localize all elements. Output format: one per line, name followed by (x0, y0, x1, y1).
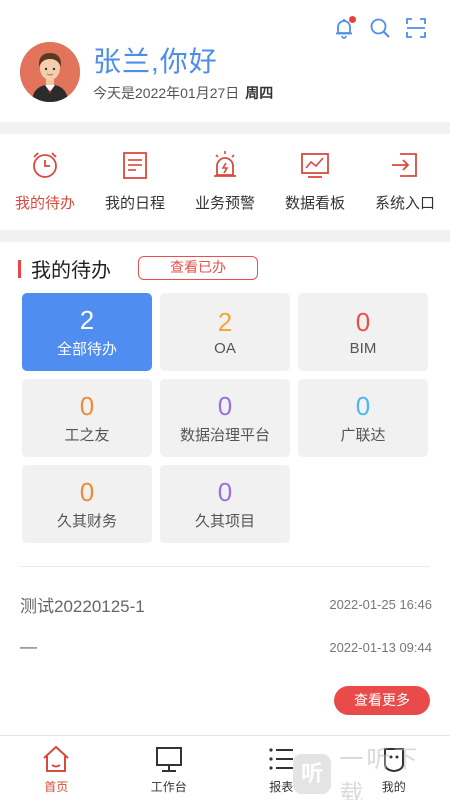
todo-item-title: — (20, 637, 37, 656)
list-divider (20, 566, 430, 567)
watermark-text: 一听下载 (339, 746, 421, 800)
todo-card-label: OA (214, 340, 236, 357)
tab-workbench[interactable]: 工作台 (113, 736, 226, 800)
todo-card-label: 广联达 (340, 427, 386, 444)
nav-label: 业务预警 (194, 195, 255, 212)
todo-card-jiuqi-finance[interactable]: 0 久其财务 (22, 465, 152, 543)
todo-item-time: 2022-01-13 09:44 (329, 639, 432, 655)
tab-home[interactable]: 首页 (0, 736, 113, 800)
todo-card-all[interactable]: 2 全部待办 (22, 293, 152, 371)
weekday-text: 周四 (245, 85, 274, 101)
todo-card-oa[interactable]: 2 OA (160, 293, 290, 371)
nav-item-system-entry[interactable]: 系统入口 (360, 134, 450, 230)
watermark-logo: 听 (293, 754, 332, 794)
notification-dot (349, 16, 356, 23)
todo-item-title: 测试20220125-1 (20, 597, 145, 616)
clock-icon (33, 152, 57, 178)
todo-card-jiuqi-project[interactable]: 0 久其项目 (160, 465, 290, 543)
tab-label: 首页 (44, 780, 69, 794)
todo-list-item[interactable]: 测试20220125-1 2022-01-25 16:46 (20, 592, 432, 617)
section-title-text: 我的待办 (31, 260, 111, 282)
home-icon (43, 745, 69, 772)
tab-label: 报表 (269, 780, 294, 794)
todo-count: 2 (79, 305, 95, 335)
quick-nav: 我的待办 我的日程 业务预警 数据看板 系统入口 (0, 134, 450, 230)
todo-count: 0 (355, 307, 371, 337)
greeting-text: 张兰,你好 (93, 46, 218, 77)
nav-item-my-schedule[interactable]: 我的日程 (90, 134, 180, 230)
todo-card-data-governance[interactable]: 0 数据治理平台 (160, 379, 290, 457)
todo-card-label: 全部待办 (56, 341, 117, 358)
todo-count: 0 (79, 477, 95, 507)
todo-card-label: BIM (349, 340, 377, 357)
view-more-button[interactable]: 查看更多 (334, 686, 430, 715)
nav-item-business-alert[interactable]: 业务预警 (180, 134, 270, 230)
nav-label: 我的日程 (104, 195, 165, 212)
section-divider (0, 230, 450, 242)
alarm-icon (214, 151, 236, 177)
todo-card-label: 数据治理平台 (179, 427, 270, 444)
entry-icon (392, 153, 417, 177)
header: 张兰,你好 今天是2022年01月27日 周四 (0, 0, 450, 122)
top-toolbar (332, 16, 428, 40)
todo-card-glodon[interactable]: 0 广联达 (298, 379, 428, 457)
nav-item-data-board[interactable]: 数据看板 (270, 134, 360, 230)
schedule-icon (123, 152, 147, 179)
todo-count: 0 (79, 391, 95, 421)
section-divider (0, 122, 450, 134)
todo-count: 0 (217, 391, 233, 421)
section-title: 我的待办 (18, 254, 111, 283)
bell-icon[interactable] (332, 16, 356, 40)
nav-label: 数据看板 (284, 195, 345, 212)
monitor-icon (155, 747, 182, 772)
todo-card-label: 久其项目 (194, 513, 255, 530)
watermark: 听 一听下载 (293, 746, 443, 800)
tab-label: 工作台 (150, 780, 187, 794)
nav-label: 我的待办 (14, 195, 75, 212)
todo-item-time: 2022-01-25 16:46 (329, 597, 432, 612)
todo-card-label: 工之友 (64, 427, 110, 444)
report-icon (269, 748, 294, 770)
todo-category-grid: 2 全部待办 2 OA 0 BIM 0 工之友 0 数据治理平台 0 广联达 0… (22, 293, 428, 543)
avatar[interactable] (20, 42, 80, 102)
todo-card-gongzhiyou[interactable]: 0 工之友 (22, 379, 152, 457)
nav-label: 系统入口 (374, 195, 435, 212)
nav-item-my-todo[interactable]: 我的待办 (0, 134, 90, 230)
todo-card-bim[interactable]: 0 BIM (298, 293, 428, 371)
dashboard-icon (301, 153, 329, 178)
title-accent-bar (18, 259, 21, 278)
todo-count: 0 (217, 477, 233, 507)
todo-count: 2 (217, 307, 233, 337)
todo-count: 0 (355, 391, 371, 421)
search-icon[interactable] (368, 16, 392, 40)
scan-icon[interactable] (404, 16, 428, 40)
todo-list-item[interactable]: — 2022-01-13 09:44 (20, 637, 432, 657)
date-text: 今天是2022年01月27日 (93, 85, 240, 101)
date-line: 今天是2022年01月27日 周四 (93, 83, 273, 103)
view-done-button[interactable]: 查看已办 (138, 256, 258, 280)
todo-card-label: 久其财务 (56, 513, 117, 530)
